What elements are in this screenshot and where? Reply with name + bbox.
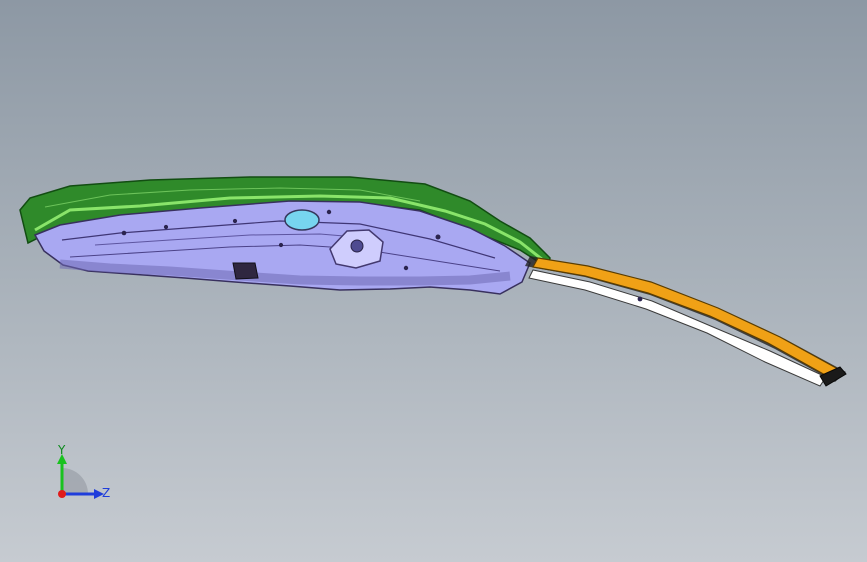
cad-viewport[interactable]: Y Z <box>0 0 867 562</box>
bracket-hole <box>350 239 364 253</box>
triad-z-label: Z <box>102 486 111 500</box>
frame-hole-1 <box>121 230 127 236</box>
cad-model-canvas[interactable] <box>0 0 867 562</box>
frame-hole-4 <box>278 242 284 248</box>
triad-fan <box>62 468 88 494</box>
access-hole[interactable] <box>284 209 320 231</box>
frame-hole-2 <box>163 224 169 230</box>
frame-hole-5 <box>326 209 332 215</box>
rail-hole <box>637 296 643 302</box>
lower-slot[interactable] <box>232 262 259 280</box>
frame-hole-3 <box>232 218 238 224</box>
rail-edge-shape[interactable] <box>528 269 827 387</box>
frame-hole-6 <box>435 234 441 240</box>
triad-y-label: Y <box>58 443 66 457</box>
x-axis-origin-icon <box>58 490 66 498</box>
frame-hole-7 <box>403 265 409 271</box>
